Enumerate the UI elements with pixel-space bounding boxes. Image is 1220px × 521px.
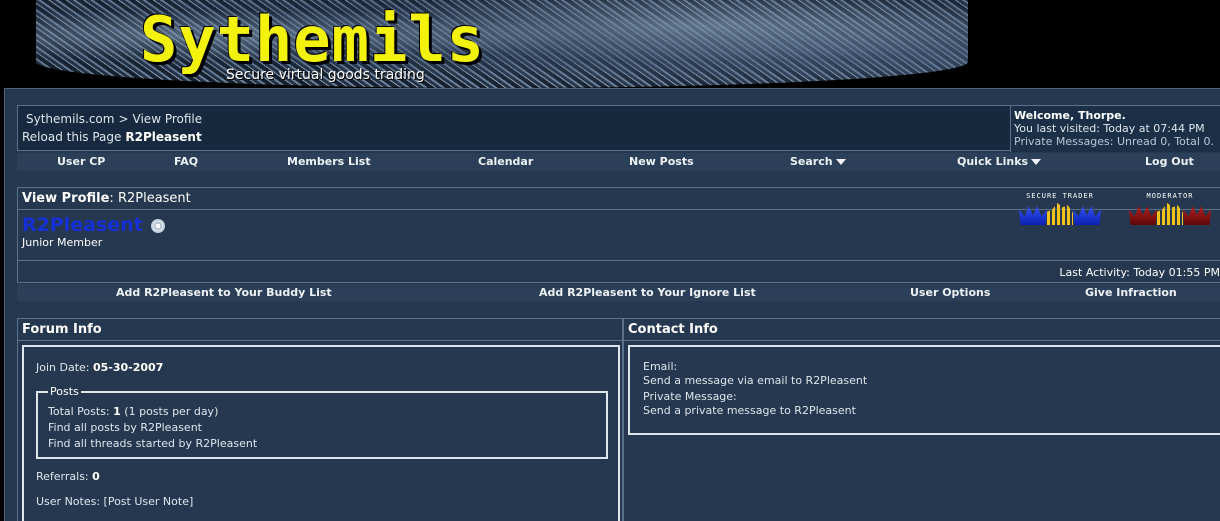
menu-quick-links[interactable]: Quick Links <box>957 155 1042 168</box>
send-private-message-link[interactable]: Send a private message to R2Pleasent <box>643 404 856 417</box>
private-messages-link[interactable]: Private Messages: Unread 0, Total 0. <box>1014 135 1219 148</box>
welcome-text: Welcome, Thorpe. <box>1014 109 1126 122</box>
posts-fieldset: Posts Total Posts: 1 (1 posts per day) F… <box>36 385 608 459</box>
contact-info-title: Contact Info <box>624 319 1220 341</box>
page-frame: Sythemils.com > View Profile Reload this P… <box>4 88 1220 521</box>
chevron-down-icon <box>1031 159 1042 165</box>
reload-page: Reload this Page R2Pleasent <box>22 130 202 144</box>
give-infraction-link[interactable]: Give Infraction <box>1085 286 1177 299</box>
site-banner: Sythemils Secure virtual goods trading <box>0 0 1220 88</box>
forum-info-box: Join Date: 05-30-2007 Posts Total Posts:… <box>22 345 620 521</box>
navbar-box: Sythemils.com > View Profile Reload this P… <box>17 105 1220 152</box>
blue-crown-icon <box>1073 206 1101 225</box>
menu-user-cp[interactable]: User CP <box>57 155 105 168</box>
gold-bars-icon <box>1157 203 1183 225</box>
breadcrumb-separator: > <box>118 112 129 126</box>
main-menu: User CP FAQ Members List Calendar New Po… <box>17 153 1220 171</box>
blue-crown-icon <box>1019 206 1047 225</box>
breadcrumb-current[interactable]: View Profile <box>133 112 203 126</box>
menu-search[interactable]: Search <box>790 155 846 168</box>
forum-info-panel: Forum Info Join Date: 05-30-2007 Posts T… <box>17 318 623 521</box>
profile-header-label: View Profile <box>22 191 110 206</box>
online-status-icon <box>151 219 165 233</box>
user-options-link[interactable]: User Options <box>910 286 990 299</box>
site-logo[interactable]: Sythemils <box>140 8 485 72</box>
menu-new-posts[interactable]: New Posts <box>629 155 694 168</box>
posts-per-day: (1 posts per day) <box>124 405 219 418</box>
find-all-posts-link[interactable]: Find all posts by R2Pleasent <box>48 420 596 436</box>
referrals-value: 0 <box>92 470 100 483</box>
profile-actions: Add R2Pleasent to Your Buddy List Add R2… <box>17 284 1220 301</box>
gold-bars-icon <box>1047 203 1073 225</box>
menu-search-label: Search <box>790 155 833 168</box>
private-message-label: Private Message: <box>643 390 737 403</box>
referrals-label: Referrals: <box>36 470 89 483</box>
last-activity-row: Last Activity: Today 01:55 PM <box>18 260 1220 284</box>
breadcrumb: Sythemils.com > View Profile <box>26 112 202 126</box>
user-notes-label: User Notes: <box>36 495 101 508</box>
referrals-row: Referrals: 0 <box>36 470 100 483</box>
red-crown-icon <box>1129 206 1157 225</box>
add-buddy-link[interactable]: Add R2Pleasent to Your Buddy List <box>116 286 332 299</box>
profile-username: R2Pleasent <box>22 214 143 236</box>
secure-trader-badge: SECURE TRADER <box>1010 192 1110 228</box>
profile-box: View Profile: R2Pleasent R2Pleasent Juni… <box>17 187 1220 283</box>
posts-legend: Posts <box>50 385 79 398</box>
contact-info-panel: Contact Info Email: Send a message via e… <box>623 318 1220 521</box>
moderator-badge: MODERATOR <box>1118 192 1220 228</box>
last-activity: Last Activity: Today 01:55 PM <box>1059 266 1220 279</box>
red-crown-icon <box>1183 206 1211 225</box>
profile-header-colon: : <box>109 191 118 206</box>
menu-quick-links-label: Quick Links <box>957 155 1029 168</box>
profile-header-user: R2Pleasent <box>117 191 191 206</box>
email-label: Email: <box>643 360 678 373</box>
reload-page-link[interactable]: Reload this Page <box>22 130 121 144</box>
last-visited-text: You last visited: Today at 07:44 PM <box>1014 122 1205 135</box>
menu-faq[interactable]: FAQ <box>174 155 198 168</box>
join-date-value: 05-30-2007 <box>93 361 164 374</box>
join-date-label: Join Date: <box>36 361 90 374</box>
site-tagline: Secure virtual goods trading <box>226 67 425 83</box>
profile-user-title: Junior Member <box>22 236 103 249</box>
add-ignore-link[interactable]: Add R2Pleasent to Your Ignore List <box>539 286 756 299</box>
welcome-panel: Welcome, Thorpe. You last visited: Today… <box>1010 106 1220 152</box>
chevron-down-icon <box>835 159 846 165</box>
contact-info-box: Email: Send a message via email to R2Ple… <box>628 345 1220 435</box>
menu-log-out[interactable]: Log Out <box>1145 155 1194 168</box>
user-notes-row: User Notes: [Post User Note] <box>36 495 193 508</box>
breadcrumb-site-link[interactable]: Sythemils.com <box>26 112 114 126</box>
send-email-link[interactable]: Send a message via email to R2Pleasent <box>643 374 867 387</box>
total-posts-row: Total Posts: 1 (1 posts per day) <box>48 404 596 420</box>
forum-info-title: Forum Info <box>18 319 622 341</box>
find-all-threads-link[interactable]: Find all threads started by R2Pleasent <box>48 436 596 452</box>
total-posts-value: 1 <box>113 405 121 418</box>
total-posts-label: Total Posts: <box>48 405 110 418</box>
menu-calendar[interactable]: Calendar <box>478 155 533 168</box>
join-date-row: Join Date: 05-30-2007 <box>36 361 163 374</box>
secure-trader-badge-label: SECURE TRADER <box>1026 192 1094 200</box>
menu-members-list[interactable]: Members List <box>287 155 371 168</box>
moderator-badge-label: MODERATOR <box>1146 192 1194 200</box>
post-user-note-link[interactable]: [Post User Note] <box>104 495 194 508</box>
user-badges: SECURE TRADER MODERATOR <box>1010 192 1220 234</box>
page-title: R2Pleasent <box>125 130 202 144</box>
